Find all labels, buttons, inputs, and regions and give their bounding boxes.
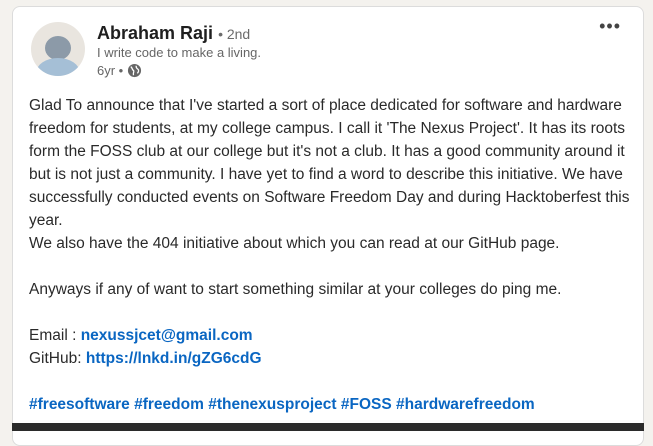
connection-degree: • 2nd: [218, 26, 251, 42]
bottom-bar: [12, 423, 644, 431]
hashtag-freedom[interactable]: #freedom: [134, 396, 204, 413]
post-body: Glad To announce that I've started a sor…: [29, 94, 633, 416]
hashtag-foss[interactable]: #FOSS: [341, 396, 392, 413]
github-label: GitHub:: [29, 350, 86, 367]
hashtag-freesoftware[interactable]: #freesoftware: [29, 396, 130, 413]
post-paragraph-2: We also have the 404 initiative about wh…: [29, 235, 560, 252]
email-link[interactable]: nexussjcet@gmail.com: [81, 327, 253, 344]
author-name-text[interactable]: Abraham Raji: [97, 23, 213, 43]
email-label: Email :: [29, 327, 81, 344]
email-line: Email : nexussjcet@gmail.com: [29, 324, 633, 347]
hashtag-thenexusproject[interactable]: #thenexusproject: [208, 396, 336, 413]
author-name[interactable]: Abraham Raji • 2nd: [97, 23, 250, 44]
avatar-head-shape: [45, 36, 71, 60]
github-link[interactable]: https://lnkd.in/gZG6cdG: [86, 350, 262, 367]
globe-icon: [128, 63, 142, 78]
post-meta: 6yr •: [97, 63, 142, 78]
post-time: 6yr •: [97, 63, 124, 78]
github-line: GitHub: https://lnkd.in/gZG6cdG: [29, 347, 633, 370]
more-options-icon[interactable]: •••: [599, 17, 621, 35]
post-paragraph-3: Anyways if any of want to start somethin…: [29, 281, 562, 298]
hashtag-line: #freesoftware #freedom #thenexusproject …: [29, 393, 633, 416]
post-paragraph-1: Glad To announce that I've started a sor…: [29, 97, 630, 229]
post-card: Abraham Raji • 2nd I write code to make …: [12, 6, 644, 446]
hashtag-hardwarefreedom[interactable]: #hardwarefreedom: [396, 396, 535, 413]
avatar-body-shape: [36, 58, 80, 76]
author-headline: I write code to make a living.: [97, 45, 262, 60]
author-avatar[interactable]: [31, 22, 85, 76]
